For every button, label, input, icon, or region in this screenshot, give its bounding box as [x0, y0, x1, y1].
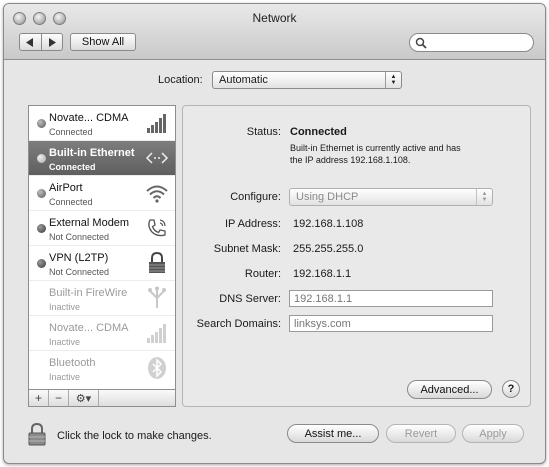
service-item-built-in-ethernet[interactable]: Built-in Ethernet Connected	[29, 141, 175, 176]
status-value: Connected	[290, 126, 347, 138]
lock-message: Click the lock to make changes.	[57, 430, 212, 442]
status-dot-icon	[37, 154, 46, 163]
popup-arrows-icon: ▲ ▼	[385, 72, 401, 88]
search-domains-field[interactable]: linksys.com	[289, 315, 493, 332]
revert-button[interactable]: Revert	[386, 424, 456, 443]
network-preferences-window: Network Show All Location: Automatic ▲ ▼ …	[3, 3, 546, 464]
status-dot-icon	[37, 189, 46, 198]
service-item-external-modem[interactable]: External Modem Not Connected	[29, 211, 175, 246]
subnet-mask-value: 255.255.255.0	[293, 243, 364, 255]
service-item-vpn-l2tp[interactable]: VPN (L2TP) Not Connected	[29, 246, 175, 281]
lock-icon[interactable]	[28, 422, 46, 446]
location-label: Location:	[158, 74, 203, 86]
service-name: Novate... CDMA	[49, 112, 129, 124]
service-item-built-in-firewire[interactable]: Built-in FireWire Inactive	[29, 281, 175, 316]
service-status: Not Connected	[49, 267, 110, 277]
service-status: Connected	[49, 197, 93, 207]
status-label: Status:	[246, 126, 281, 138]
ip-address-label: IP Address:	[224, 218, 281, 230]
configure-value: Using DHCP	[296, 191, 359, 203]
router-value: 192.168.1.1	[293, 268, 352, 280]
ip-address-value: 192.168.1.108	[293, 218, 364, 230]
back-button[interactable]	[20, 34, 42, 50]
apply-button[interactable]: Apply	[462, 424, 524, 443]
help-button[interactable]: ?	[502, 380, 520, 398]
status-dot-icon	[37, 119, 46, 128]
remove-service-button[interactable]: −	[49, 390, 69, 406]
service-name: External Modem	[49, 217, 130, 229]
service-name: Bluetooth	[49, 357, 96, 369]
service-name: VPN (L2TP)	[49, 252, 109, 264]
forward-button[interactable]	[42, 34, 63, 50]
signal-bars-icon	[147, 114, 166, 133]
configure-popup[interactable]: Using DHCP ▲ ▼	[289, 188, 493, 206]
service-list: Novate... CDMA Connected Built-in Ethern…	[28, 105, 176, 390]
search-field[interactable]	[409, 33, 534, 52]
service-status: Not Connected	[49, 232, 110, 242]
title-bar: Network Show All	[4, 4, 545, 60]
show-all-button[interactable]: Show All	[70, 33, 136, 51]
location-value: Automatic	[219, 74, 268, 86]
configure-label: Configure:	[230, 191, 281, 203]
service-status: Connected	[49, 162, 96, 172]
status-dot-icon	[37, 224, 46, 233]
back-forward-control	[19, 33, 63, 51]
router-label: Router:	[244, 268, 281, 280]
subnet-mask-label: Subnet Mask:	[213, 243, 281, 255]
ethernet-arrows-icon	[145, 152, 169, 164]
service-status: Inactive	[49, 302, 81, 312]
assist-me-button[interactable]: Assist me...	[287, 424, 379, 443]
back-arrow-icon	[26, 37, 34, 47]
status-description-line-2: the IP address 192.168.1.108.	[290, 155, 411, 165]
bluetooth-icon	[148, 357, 166, 379]
service-name: Novate... CDMA	[49, 322, 129, 334]
dns-server-label: DNS Server:	[219, 293, 281, 305]
gear-menu-button[interactable]: ⚙▾	[69, 390, 99, 406]
add-service-button[interactable]: +	[29, 390, 49, 406]
phone-icon	[148, 219, 166, 237]
service-name: AirPort	[49, 182, 83, 194]
search-domains-label: Search Domains:	[196, 318, 281, 330]
detail-panel: Status: Connected Built-in Ethernet is c…	[182, 105, 531, 407]
dns-server-field[interactable]: 192.168.1.1	[289, 290, 493, 307]
service-name: Built-in FireWire	[49, 287, 128, 299]
status-dot-icon	[37, 259, 46, 268]
vpn-lock-icon	[149, 251, 165, 273]
service-status: Inactive	[49, 337, 81, 347]
popup-arrows-icon: ▲ ▼	[476, 189, 492, 205]
search-icon	[415, 37, 427, 49]
service-item-novatel-cdma-inactive[interactable]: Novate... CDMA Inactive	[29, 316, 175, 351]
advanced-button[interactable]: Advanced...	[407, 380, 492, 399]
firewire-icon	[148, 286, 166, 308]
service-status: Inactive	[49, 372, 81, 382]
service-item-novatel-cdma[interactable]: Novate... CDMA Connected	[29, 106, 175, 141]
service-list-toolbar: + − ⚙▾	[28, 390, 176, 407]
status-description-line-1: Built-in Ethernet is currently active an…	[290, 143, 461, 153]
service-name: Built-in Ethernet	[49, 147, 135, 159]
signal-bars-icon	[147, 324, 166, 343]
location-popup[interactable]: Automatic ▲ ▼	[212, 71, 402, 89]
wifi-icon	[146, 185, 168, 203]
service-item-bluetooth[interactable]: Bluetooth Inactive	[29, 351, 175, 386]
window-title: Network	[252, 11, 297, 25]
forward-arrow-icon	[48, 37, 56, 47]
service-item-airport[interactable]: AirPort Connected	[29, 176, 175, 211]
service-status: Connected	[49, 127, 93, 137]
